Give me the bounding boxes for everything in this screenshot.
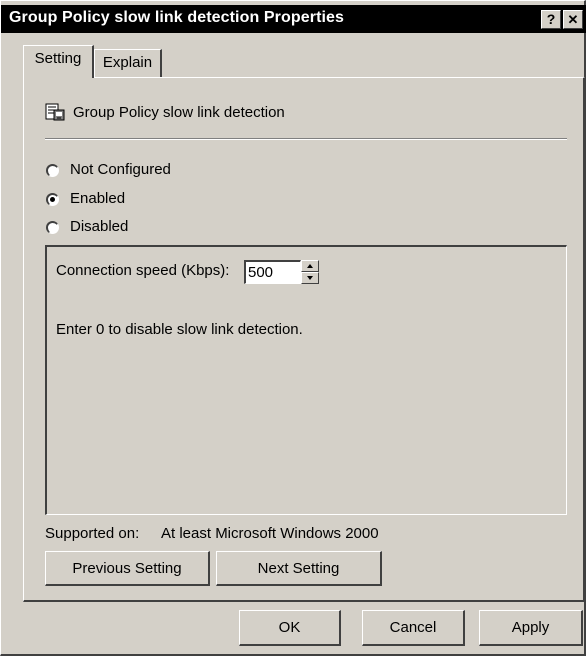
spin-up-button[interactable] (301, 260, 319, 272)
speed-hint-text: Enter 0 to disable slow link detection. (56, 321, 303, 338)
radio-label: Enabled (70, 190, 126, 207)
policy-setting-icon (45, 103, 65, 121)
title-bar[interactable]: Group Policy slow link detection Propert… (1, 5, 586, 33)
separator (45, 138, 567, 140)
tab-explain[interactable]: Explain (94, 49, 162, 77)
help-button[interactable]: ? (541, 10, 561, 29)
close-button[interactable]: ✕ (563, 10, 583, 29)
connection-speed-label: Connection speed (Kbps): (56, 262, 230, 279)
previous-setting-button[interactable]: Previous Setting (45, 551, 210, 586)
arrow-down-icon (307, 276, 313, 280)
cancel-button[interactable]: Cancel (362, 610, 465, 646)
ok-button[interactable]: OK (239, 610, 341, 646)
radio-label: Disabled (70, 218, 129, 235)
connection-speed-input[interactable] (244, 260, 301, 284)
radio-button[interactable] (46, 164, 59, 177)
next-setting-button[interactable]: Next Setting (216, 551, 382, 586)
apply-button[interactable]: Apply (479, 610, 583, 646)
supported-on-label: Supported on: (45, 525, 140, 542)
radio-label: Not Configured (70, 161, 171, 178)
supported-on-value: At least Microsoft Windows 2000 (161, 525, 379, 542)
policy-name: Group Policy slow link detection (73, 104, 285, 121)
radio-button[interactable] (46, 221, 59, 234)
window-title: Group Policy slow link detection Propert… (9, 9, 345, 26)
tab-setting[interactable]: Setting (23, 45, 94, 78)
options-panel (45, 245, 567, 515)
spin-down-button[interactable] (301, 272, 319, 284)
radio-button[interactable] (46, 193, 59, 206)
properties-dialog: Group Policy slow link detection Propert… (0, 0, 586, 656)
arrow-up-icon (307, 264, 313, 268)
